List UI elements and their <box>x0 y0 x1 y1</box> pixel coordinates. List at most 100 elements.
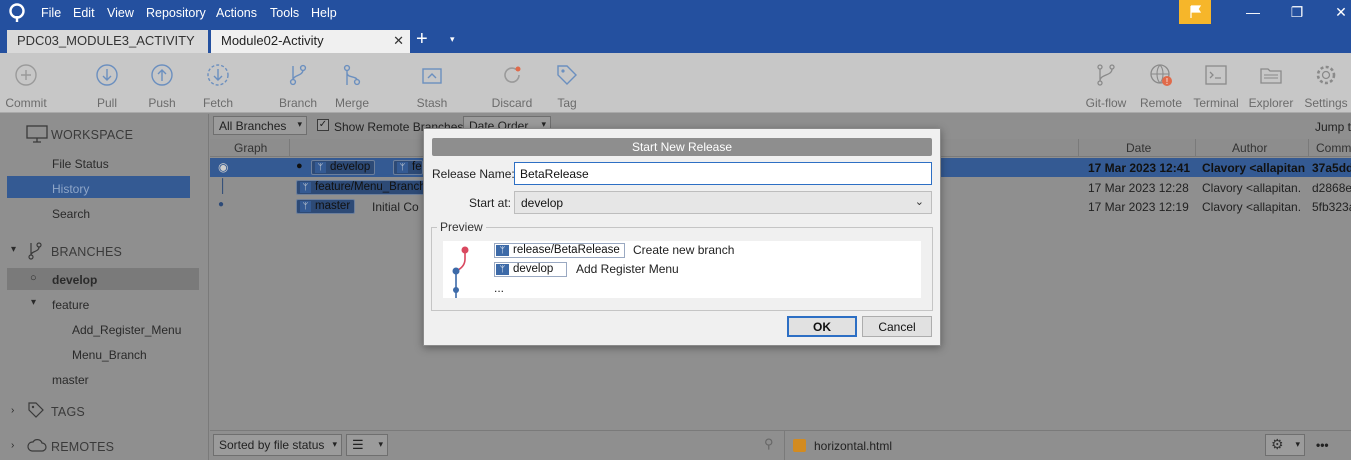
gitflow-button[interactable]: Git-flow <box>1078 63 1134 110</box>
view-mode-dropdown[interactable]: ☰ ▾ <box>346 434 388 456</box>
tab-label: PDC03_MODULE3_ACTIVITY <box>17 33 195 48</box>
branch-tag-develop[interactable]: ᛘ develop <box>311 160 376 175</box>
terminal-icon <box>1205 65 1227 85</box>
dialog-title: Start New Release <box>432 138 932 156</box>
tab-menu-chevron-icon[interactable]: ▾ <box>450 34 455 45</box>
column-separator <box>1078 139 1079 157</box>
folder-icon <box>1260 68 1282 84</box>
menu-view[interactable]: View <box>107 6 134 20</box>
branches-header: BRANCHES <box>51 245 123 259</box>
file-options-dropdown[interactable]: ⚙ ▾ <box>1265 434 1305 456</box>
commit-author: Clavory <allapitan <box>1202 161 1306 175</box>
branch-tag-feature[interactable]: ᛘ fe <box>393 160 423 175</box>
branch-icon: ᛘ <box>496 264 509 275</box>
column-separator <box>289 139 290 157</box>
sidebar-item-history[interactable]: History <box>52 182 89 196</box>
sidebar-item-search[interactable]: Search <box>52 207 90 221</box>
commit-button[interactable]: Commit <box>0 63 54 110</box>
menu-file[interactable]: File <box>41 6 61 20</box>
menu-help[interactable]: Help <box>311 6 337 20</box>
tags-chevron-right-icon[interactable]: › <box>11 405 14 416</box>
column-date[interactable]: Date <box>1126 141 1151 155</box>
maximize-button[interactable]: ❐ <box>1287 4 1307 21</box>
file-modified-icon <box>793 439 806 452</box>
chevron-down-icon: ▾ <box>378 439 383 449</box>
monitor-icon <box>26 125 48 143</box>
minimize-button[interactable]: — <box>1243 4 1263 20</box>
preview-branch-tag-develop: ᛘ develop <box>494 262 567 277</box>
close-tab-icon[interactable]: ✕ <box>393 33 404 49</box>
remote-button[interactable]: ! Remote <box>1133 63 1189 110</box>
release-name-input[interactable] <box>514 162 932 185</box>
cancel-button[interactable]: Cancel <box>862 316 932 337</box>
column-author[interactable]: Author <box>1232 141 1267 155</box>
sidebar-branch-add-register-menu[interactable]: Add_Register_Menu <box>72 323 181 337</box>
menu-edit[interactable]: Edit <box>73 6 95 20</box>
branch-icon: ᛘ <box>496 245 509 256</box>
graph-node-icon: ● <box>218 199 225 210</box>
tab-pdc03-module3-activity[interactable]: PDC03_MODULE3_ACTIVITY <box>7 30 208 53</box>
merge-button[interactable]: Merge <box>324 63 380 110</box>
sidebar-item-file-status[interactable]: File Status <box>52 157 109 171</box>
sort-dropdown[interactable]: Sorted by file status ▾ <box>213 434 342 456</box>
stash-button[interactable]: Stash <box>404 63 460 110</box>
explorer-button[interactable]: Explorer <box>1243 63 1299 110</box>
pull-button[interactable]: Pull <box>79 63 135 110</box>
push-icon <box>151 64 173 86</box>
menu-actions[interactable]: Actions <box>216 6 257 20</box>
notification-flag-button[interactable] <box>1179 0 1211 24</box>
fetch-button[interactable]: Fetch <box>190 63 246 110</box>
tags-header: TAGS <box>51 405 85 419</box>
file-status-bar: Sorted by file status ▾ ☰ ▾ ⚲ horizontal… <box>210 430 1351 460</box>
merge-icon <box>343 64 361 86</box>
close-window-button[interactable]: ✕ <box>1331 4 1351 21</box>
tag-button[interactable]: Tag <box>539 63 595 110</box>
search-icon[interactable]: ⚲ <box>764 436 774 452</box>
preview-commit-message: Create new branch <box>633 243 735 257</box>
menu-tools[interactable]: Tools <box>270 6 299 20</box>
new-tab-button[interactable]: + <box>416 29 428 49</box>
selected-file-name[interactable]: horizontal.html <box>814 439 892 453</box>
jump-to-label[interactable]: Jump t <box>1315 120 1351 134</box>
settings-button[interactable]: Settings <box>1298 63 1351 110</box>
terminal-button[interactable]: Terminal <box>1188 63 1244 110</box>
branches-chevron-down-icon[interactable]: ▾ <box>11 244 16 255</box>
sidebar-branch-develop[interactable]: develop <box>52 273 97 287</box>
branch-tag-feature-menu-branch[interactable]: ᛘ feature/Menu_Branch <box>296 180 426 195</box>
preview-graph-lines-icon <box>452 246 469 298</box>
sidebar-branch-master[interactable]: master <box>52 373 89 387</box>
preview-ellipsis: ... <box>494 281 505 295</box>
commit-date: 17 Mar 2023 12:19 <box>1088 200 1189 214</box>
all-branches-dropdown[interactable]: All Branches ▾ <box>213 116 307 135</box>
column-commit[interactable]: Comm <box>1316 141 1351 155</box>
branch-icon: ᛘ <box>315 162 326 173</box>
chevron-down-icon: ▾ <box>1295 439 1300 449</box>
branch-icon: ᛘ <box>397 162 408 173</box>
list-icon: ☰ <box>352 437 364 452</box>
commit-date: 17 Mar 2023 12:41 <box>1088 161 1191 175</box>
remotes-chevron-right-icon[interactable]: › <box>11 440 14 451</box>
graph-node-icon: ◉ <box>218 160 229 174</box>
ok-button[interactable]: OK <box>787 316 857 337</box>
push-button[interactable]: Push <box>134 63 190 110</box>
sidebar-folder-feature[interactable]: feature <box>52 298 89 312</box>
sourcetree-logo-icon <box>9 3 25 22</box>
commit-date: 17 Mar 2023 12:28 <box>1088 181 1189 195</box>
graph-line-icon: │ <box>219 178 228 194</box>
gitflow-icon <box>1097 64 1115 86</box>
menu-repository[interactable]: Repository <box>146 6 206 20</box>
more-options-icon[interactable]: ••• <box>1316 438 1329 452</box>
show-remote-checkbox[interactable]: ✓ <box>317 119 329 131</box>
tab-module02-activity[interactable]: Module02-Activity ✕ <box>211 30 410 53</box>
column-graph[interactable]: Graph <box>234 141 267 155</box>
feature-chevron-down-icon[interactable]: ▾ <box>31 297 36 308</box>
branch-icon <box>28 242 42 260</box>
gear-icon <box>1316 65 1336 85</box>
branch-tag-master[interactable]: ᛘ master <box>296 199 356 214</box>
toolbar: Commit Pull Push Fetch Branch Merge Stas… <box>0 53 1351 113</box>
tag-icon <box>557 65 577 85</box>
sidebar-branch-menu-branch[interactable]: Menu_Branch <box>72 348 147 362</box>
branch-button[interactable]: Branch <box>270 63 326 110</box>
start-at-select[interactable]: develop ⌄ <box>514 191 932 214</box>
discard-button[interactable]: Discard <box>484 63 540 110</box>
